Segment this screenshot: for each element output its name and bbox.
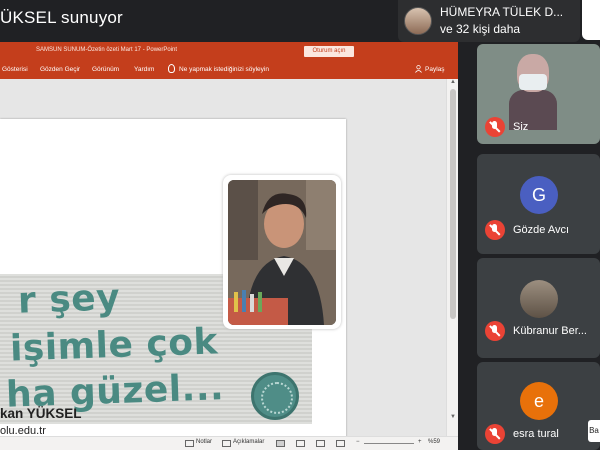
- participant-tile-gozde[interactable]: G Gözde Avcı: [477, 154, 600, 254]
- side-action-button[interactable]: Ba: [588, 420, 600, 442]
- notice-line-1: HÜMEYRA TÜLEK D...: [440, 5, 564, 19]
- signin-button[interactable]: Oturum açın: [304, 46, 354, 57]
- participant-name: Kübranur Ber...: [513, 325, 587, 337]
- self-video: [509, 54, 557, 130]
- slide-canvas: r şey işimle çok ha güzel... kan YÜKSEL …: [0, 79, 446, 450]
- tab-view[interactable]: Görünüm: [92, 66, 119, 73]
- presenter-name: kan YÜKSEL: [0, 406, 82, 421]
- participant-name: Siz: [513, 121, 529, 133]
- mic-off-icon: [485, 321, 505, 341]
- mic-off-icon: [485, 117, 505, 137]
- slide: r şey işimle çok ha güzel... kan YÜKSEL …: [0, 119, 346, 450]
- tab-help[interactable]: Yardım: [134, 66, 154, 73]
- zoom-out-icon[interactable]: −: [356, 439, 360, 445]
- tell-me-search[interactable]: Ne yapmak istediğinizi söyleyin: [179, 66, 269, 73]
- scroll-up-icon[interactable]: ▲: [450, 79, 456, 85]
- comments-icon: [222, 440, 231, 447]
- normal-view-icon[interactable]: [276, 440, 285, 447]
- decorative-seal: [251, 372, 299, 420]
- shared-screen-powerpoint: SAMSUN SUNUM-Özetin özeti Mart 17 - Powe…: [0, 42, 458, 450]
- document-title: SAMSUN SUNUM-Özetin özeti Mart 17 - Powe…: [36, 47, 178, 53]
- participant-name: esra tural: [513, 428, 559, 440]
- avatar: [520, 280, 558, 318]
- zoom-slider[interactable]: [364, 443, 414, 444]
- tab-review[interactable]: Gözden Geçir: [40, 66, 80, 73]
- participant-notice[interactable]: HÜMEYRA TÜLEK D... ve 32 kişi daha: [398, 0, 580, 42]
- notes-button[interactable]: Notlar: [196, 439, 212, 445]
- mic-off-icon: [485, 220, 505, 240]
- avatar: G: [520, 176, 558, 214]
- speaker-photo: [228, 180, 336, 325]
- presenter-title: ÜKSEL sunuyor: [0, 8, 123, 27]
- participant-tile-self[interactable]: Siz: [477, 44, 600, 144]
- vertical-scrollbar[interactable]: ▲ ▼: [446, 79, 458, 436]
- notice-line-2: ve 32 kişi daha: [440, 22, 521, 36]
- participant-tile-kubranur[interactable]: Kübranur Ber...: [477, 258, 600, 358]
- tab-slideshow[interactable]: Gösterisi: [2, 66, 28, 73]
- participant-name: Gözde Avcı: [513, 224, 570, 236]
- ppt-titlebar: SAMSUN SUNUM-Özetin özeti Mart 17 - Powe…: [0, 42, 458, 60]
- mic-off-icon: [485, 424, 505, 444]
- scroll-down-icon[interactable]: ▼: [450, 414, 456, 420]
- share-button[interactable]: Paylaş: [425, 66, 445, 73]
- scroll-thumb[interactable]: [450, 89, 456, 319]
- panel-divider: [466, 42, 472, 450]
- quote-line-2: işimle çok: [9, 321, 219, 370]
- slideshow-view-icon[interactable]: [336, 440, 345, 447]
- slide-sorter-icon[interactable]: [296, 440, 305, 447]
- lightbulb-icon: [168, 64, 175, 73]
- meet-window: ÜKSEL sunuyor HÜMEYRA TÜLEK D... ve 32 k…: [0, 0, 600, 450]
- zoom-level[interactable]: %59: [428, 439, 440, 445]
- reading-view-icon[interactable]: [316, 440, 325, 447]
- comments-button[interactable]: Açıklamalar: [233, 439, 264, 445]
- ppt-ribbon: Gösterisi Gözden Geçir Görünüm Yardım Ne…: [0, 60, 458, 79]
- status-bar: Notlar Açıklamalar − + %59: [0, 436, 458, 450]
- quote-line-1: r şey: [17, 277, 121, 322]
- zoom-in-icon[interactable]: +: [418, 439, 422, 445]
- avatar: e: [520, 382, 558, 420]
- participant-tile-esra[interactable]: e esra tural: [477, 362, 600, 450]
- avatar: [404, 7, 432, 35]
- top-right-panel[interactable]: [582, 0, 600, 40]
- notes-icon: [185, 440, 194, 447]
- person-icon: [415, 65, 422, 73]
